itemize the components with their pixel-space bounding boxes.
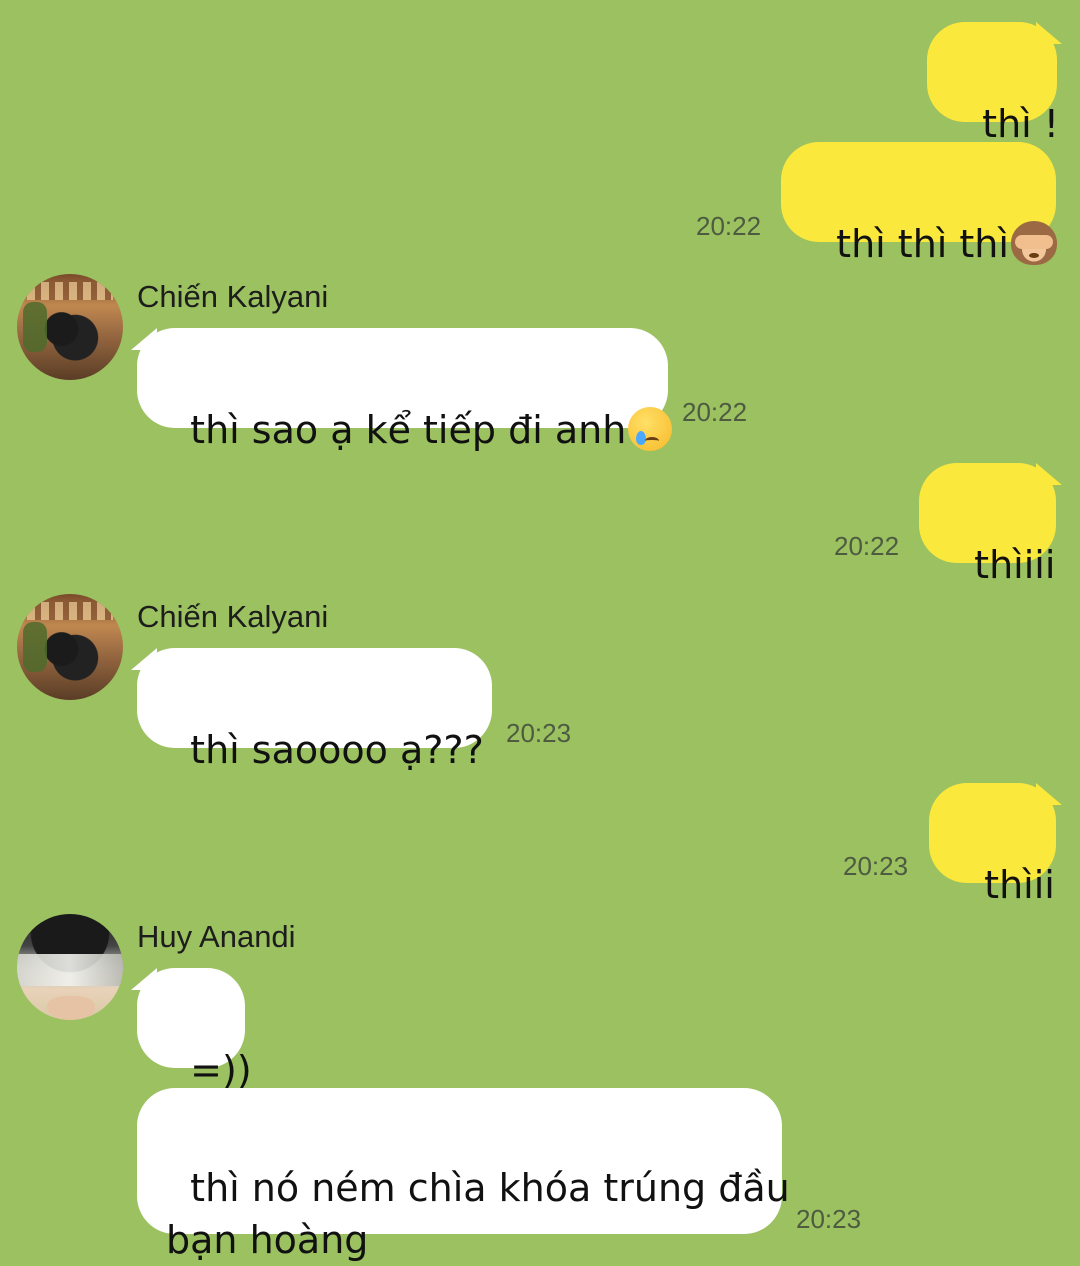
message-timestamp: 20:22	[682, 397, 748, 427]
outgoing-message-bubble[interactable]: thì thì thì	[781, 142, 1057, 266]
sender-name: Chiến Kalyani	[137, 279, 329, 314]
message-text: thì nó ném chìa khóa trúng đầu bạn hoàng	[166, 1166, 790, 1262]
message-timestamp: 20:23	[506, 718, 572, 748]
message-text: thìiii	[974, 543, 1056, 587]
incoming-message-bubble[interactable]: thì saoooo ạ???	[137, 648, 492, 772]
bubble-tail	[131, 968, 157, 990]
incoming-message-bubble[interactable]: thì sao ạ kể tiếp đi anh	[137, 328, 673, 452]
sender-name: Huy Anandi	[137, 919, 296, 954]
see-no-evil-monkey-icon	[1010, 221, 1057, 265]
incoming-message-bubble[interactable]: thì nó ném chìa khóa trúng đầu bạn hoàng	[137, 1088, 790, 1262]
message-text: thìii	[984, 863, 1055, 907]
message-timestamp: 20:22	[696, 211, 762, 241]
avatar[interactable]	[17, 594, 123, 700]
avatar[interactable]	[17, 274, 123, 380]
bubble-tail	[1036, 783, 1062, 805]
message-timestamp: 20:22	[834, 531, 900, 561]
message-text: thì thì thì	[836, 222, 1009, 266]
message-text: thì saoooo ạ???	[190, 728, 484, 772]
message-text: thì sao ạ kể tiếp đi anh	[190, 408, 627, 452]
message-timestamp: 20:23	[843, 851, 909, 881]
bubble-tail	[131, 648, 157, 670]
avatar[interactable]	[17, 914, 123, 1020]
bubble-tail	[131, 328, 157, 350]
message-timestamp: 20:23	[796, 1204, 862, 1234]
message-text: =))	[190, 1048, 252, 1092]
bubble-tail	[1036, 463, 1062, 485]
crying-face-icon	[628, 407, 673, 451]
bubble-tail	[1036, 22, 1062, 44]
message-text: thì !	[982, 102, 1060, 146]
sender-name: Chiến Kalyani	[137, 599, 329, 634]
